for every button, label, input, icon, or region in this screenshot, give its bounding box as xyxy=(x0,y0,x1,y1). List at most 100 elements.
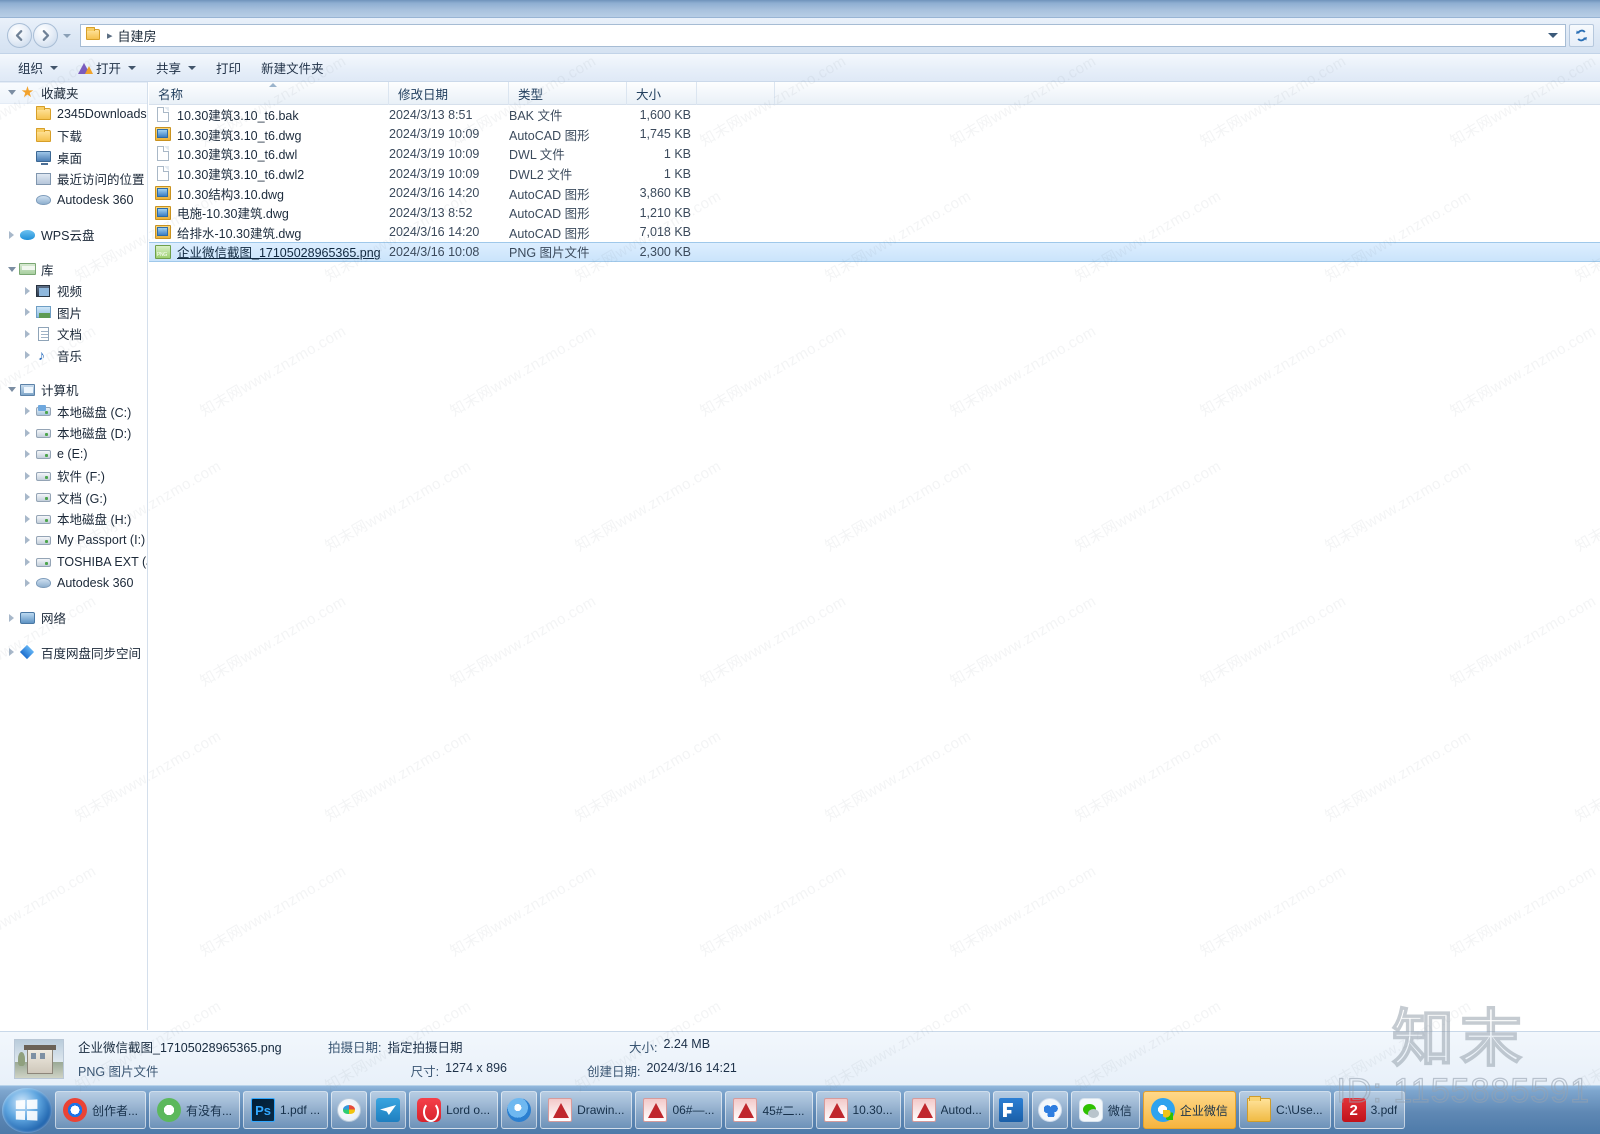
file-name-cell[interactable]: 10.30建筑3.10_t6.dwl xyxy=(149,144,389,163)
taskbar-button-photoshop[interactable]: 1.pdf ... xyxy=(243,1091,329,1129)
file-row[interactable]: 给排水-10.30建筑.dwg 2024/3/16 14:20 AutoCAD 图形… xyxy=(149,223,1600,243)
sidebar-group-wps-cloud[interactable]: WPS云盘 xyxy=(0,224,147,246)
taskbar-button-pdf[interactable]: 3.pdf xyxy=(1333,1091,1406,1129)
file-name-cell[interactable]: 企业微信截图_17105028965365.png xyxy=(149,242,389,261)
twisty-right-icon[interactable] xyxy=(22,578,33,589)
column-header-1[interactable]: 修改日期 xyxy=(389,82,509,105)
recent-pages-button[interactable] xyxy=(60,25,74,47)
sidebar-item-autodesk-360[interactable]: Autodesk 360 xyxy=(0,190,147,212)
sidebar-item--g-[interactable]: 文档 (G:) xyxy=(0,487,147,509)
twisty-right-icon[interactable] xyxy=(22,513,33,524)
file-row[interactable]: 10.30建筑3.10_t6.bak 2024/3/13 8:51 BAK 文件 1,… xyxy=(149,105,1600,125)
taskbar-button-autocad[interactable]: 45#二... xyxy=(725,1091,813,1129)
sidebar-group-star[interactable]: ★ 收藏夹 xyxy=(0,82,147,104)
twisty-right-icon[interactable] xyxy=(22,427,33,438)
sidebar-item-toshiba-ext-j-[interactable]: TOSHIBA EXT (J:) xyxy=(0,551,147,573)
toolbar-share-button[interactable]: 共享 xyxy=(146,57,206,79)
sidebar-group-library[interactable]: 库 xyxy=(0,259,147,281)
file-list[interactable]: 10.30建筑3.10_t6.bak 2024/3/13 8:51 BAK 文件 1,… xyxy=(149,105,1600,262)
twisty-right-icon[interactable] xyxy=(22,492,33,503)
sidebar-item-e-e-[interactable]: e (E:) xyxy=(0,444,147,466)
sidebar-item--[interactable]: 视频 xyxy=(0,280,147,302)
taskbar-button-autocad[interactable]: 06#—... xyxy=(635,1091,723,1129)
twisty-right-icon[interactable] xyxy=(22,285,33,296)
taskbar-button-360-browser[interactable]: 有没有... xyxy=(149,1091,241,1129)
twisty-right-icon[interactable] xyxy=(6,229,17,240)
taskbar-button-baidu[interactable] xyxy=(1031,1091,1068,1129)
file-row[interactable]: 电施-10.30建筑.dwg 2024/3/13 8:52 AutoCAD 图形 1,… xyxy=(149,203,1600,223)
column-header-blank[interactable] xyxy=(697,82,775,105)
sidebar-group-network[interactable]: 网络 xyxy=(0,607,147,629)
file-name-cell[interactable]: 给排水-10.30建筑.dwg xyxy=(149,223,389,242)
taskbar-button-netease[interactable]: Lord o... xyxy=(409,1091,499,1129)
sidebar-item--[interactable]: 最近访问的位置 xyxy=(0,168,147,190)
twisty-down-icon[interactable] xyxy=(6,384,17,395)
file-list-pane[interactable]: 名称 修改日期 类型 大小 10.30建筑3.10_t6.bak 2024/3/13 8… xyxy=(149,82,1600,1030)
file-name-cell[interactable]: 10.30结构3.10.dwg xyxy=(149,184,389,203)
sidebar-item-my-passport-i-[interactable]: My Passport (I:) xyxy=(0,530,147,552)
column-header-0[interactable]: 名称 xyxy=(149,82,389,105)
taskbar-button-wps[interactable] xyxy=(501,1091,538,1129)
twisty-down-icon[interactable] xyxy=(6,87,17,98)
back-button[interactable] xyxy=(7,23,32,48)
taskbar-button-wecom[interactable]: 企业微信 xyxy=(1142,1091,1236,1129)
column-header-label: 名称 xyxy=(158,87,184,102)
toolbar-new-folder-button[interactable]: 新建文件夹 xyxy=(251,57,334,79)
twisty-right-icon[interactable] xyxy=(22,350,33,361)
twisty-right-icon[interactable] xyxy=(22,307,33,318)
sidebar-item--[interactable]: 图片 xyxy=(0,302,147,324)
sidebar-item--f-[interactable]: 软件 (F:) xyxy=(0,465,147,487)
sidebar-item--h-[interactable]: 本地磁盘 (H:) xyxy=(0,508,147,530)
taskbar[interactable]: 创作者... 有没有... 1.pdf ... Lord o... Drawin... 0… xyxy=(0,1085,1600,1134)
breadcrumb[interactable]: ▸ 自建房 xyxy=(80,24,1566,47)
file-row[interactable]: 10.30建筑3.10_t6.dwl2 2024/3/19 10:09 DWL2 文… xyxy=(149,164,1600,184)
taskbar-button-folder[interactable]: C:\Use... xyxy=(1238,1091,1331,1129)
address-dropdown-button[interactable] xyxy=(1542,25,1564,46)
sidebar-group-computer[interactable]: 计算机 xyxy=(0,379,147,401)
taskbar-button-telegram[interactable] xyxy=(370,1091,407,1129)
twisty-right-icon[interactable] xyxy=(6,647,17,658)
column-header-2[interactable]: 类型 xyxy=(509,82,627,105)
file-name-cell[interactable]: 10.30建筑3.10_t6.dwl2 xyxy=(149,164,389,183)
twisty-right-icon[interactable] xyxy=(6,612,17,623)
twisty-right-icon[interactable] xyxy=(22,328,33,339)
twisty-right-icon[interactable] xyxy=(22,535,33,546)
sidebar-item--d-[interactable]: 本地磁盘 (D:) xyxy=(0,422,147,444)
twisty-right-icon[interactable] xyxy=(22,406,33,417)
sidebar-item--[interactable]: 下载 xyxy=(0,125,147,147)
toolbar-organize-button[interactable]: 组织 xyxy=(8,57,68,79)
sidebar-group-baidu-netdisk[interactable]: 百度网盘同步空间 xyxy=(0,642,147,664)
navigation-pane[interactable]: ★ 收藏夹 2345Downloads 下载 桌面 最近访问的位置 Autodesk 360… xyxy=(0,82,148,1030)
file-row[interactable]: 企业微信截图_17105028965365.png 2024/3/16 10:08… xyxy=(149,242,1600,262)
twisty-right-icon[interactable] xyxy=(22,470,33,481)
file-row[interactable]: 10.30建筑3.10_t6.dwl 2024/3/19 10:09 DWL 文件 1… xyxy=(149,144,1600,164)
twisty-right-icon[interactable] xyxy=(22,556,33,567)
file-row[interactable]: 10.30建筑3.10_t6.dwg 2024/3/19 10:09 AutoCAD… xyxy=(149,125,1600,145)
taskbar-button-autocad[interactable]: Drawin... xyxy=(540,1091,633,1129)
taskbar-button-chrome[interactable]: 创作者... xyxy=(55,1091,147,1129)
taskbar-button-autocad[interactable]: Autod... xyxy=(903,1091,990,1129)
toolbar-open-button[interactable]: 打开 xyxy=(68,57,146,79)
sidebar-item--[interactable]: 文档 xyxy=(0,323,147,345)
sidebar-item--[interactable]: 桌面 xyxy=(0,147,147,169)
toolbar-print-button[interactable]: 打印 xyxy=(206,57,251,79)
breadcrumb-current-folder[interactable]: 自建房 xyxy=(118,26,157,45)
refresh-button[interactable] xyxy=(1569,24,1594,47)
file-name-cell[interactable]: 10.30建筑3.10_t6.bak xyxy=(149,105,389,124)
sidebar-item-2345downloads[interactable]: 2345Downloads xyxy=(0,104,147,126)
file-name-cell[interactable]: 电施-10.30建筑.dwg xyxy=(149,203,389,222)
file-row[interactable]: 10.30结构3.10.dwg 2024/3/16 14:20 AutoCAD 图形… xyxy=(149,183,1600,203)
file-name-cell[interactable]: 10.30建筑3.10_t6.dwg xyxy=(149,125,389,144)
taskbar-button-wechat[interactable]: 微信 xyxy=(1070,1091,1140,1129)
sidebar-item--[interactable]: ♪ 音乐 xyxy=(0,345,147,367)
twisty-right-icon[interactable] xyxy=(22,449,33,460)
taskbar-button-paint[interactable] xyxy=(331,1091,368,1129)
sidebar-item--c-[interactable]: 本地磁盘 (C:) xyxy=(0,401,147,423)
sidebar-item-autodesk-360[interactable]: Autodesk 360 xyxy=(0,573,147,595)
twisty-down-icon[interactable] xyxy=(6,264,17,275)
taskbar-button-autocad[interactable]: 10.30... xyxy=(815,1091,901,1129)
column-header-3[interactable]: 大小 xyxy=(627,82,697,105)
forward-button[interactable] xyxy=(33,23,58,48)
windows-start-orb-icon[interactable] xyxy=(2,1087,52,1133)
taskbar-button-f6-tool[interactable] xyxy=(992,1091,1029,1129)
